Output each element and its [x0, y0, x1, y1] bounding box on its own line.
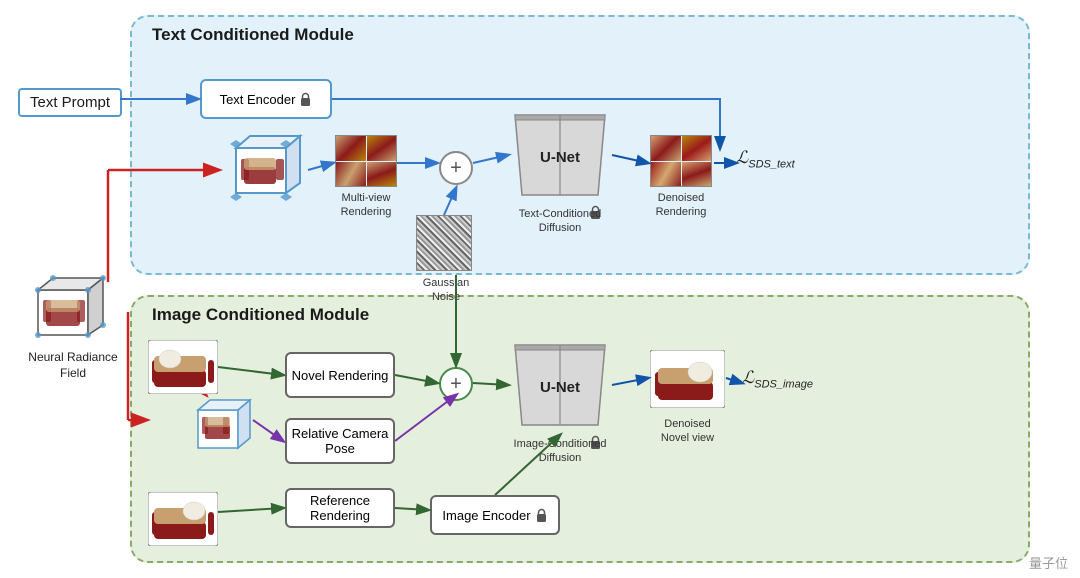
novel-view-sofa-image [148, 340, 218, 399]
svg-text:U-Net: U-Net [540, 379, 580, 396]
loss-sds-text: ℒSDS_text [736, 148, 795, 170]
reference-sofa-svg [148, 492, 218, 546]
multiview-cube-top [218, 130, 306, 213]
text-encoder: Text Encoder [200, 79, 332, 119]
denoised-novel-svg [650, 350, 725, 408]
lock-icon-image-encoder [535, 508, 548, 523]
image-encoder-box: Image Encoder [430, 495, 560, 535]
text-module-title: Text Conditioned Module [152, 25, 354, 45]
text-prompt: Text Prompt [18, 88, 122, 117]
neural-field-label: Neural Radiance Field [18, 350, 128, 381]
novel-rendering-box: Novel Rendering [285, 352, 395, 398]
diagram-container: Text Conditioned Module Image Conditione… [0, 0, 1080, 578]
lock-icon [299, 92, 312, 107]
neural-field-cube [18, 270, 108, 350]
unet-top-svg: U-Net [510, 110, 610, 200]
plus-circle-top: + [439, 151, 473, 185]
unet-bottom: U-Net Image-ConditionedDiffusion [510, 340, 610, 466]
relative-camera-pose-box: Relative Camera Pose [285, 418, 395, 464]
image-module-title: Image Conditioned Module [152, 305, 369, 325]
multiview-rendering-top: Multi-view Rendering [335, 135, 397, 220]
gaussian-noise-top [416, 215, 472, 271]
loss-sds-image: ℒSDS_image [742, 368, 813, 390]
novel-view-sofa-svg [148, 340, 218, 394]
denoised-novel-view: DenoisedNovel view [650, 350, 725, 446]
plus-circle-bottom: + [439, 367, 473, 401]
gaussian-label: GaussianNoise [408, 276, 484, 305]
denoised-rendering-top: Denoised Rendering [650, 135, 712, 220]
image-conditioned-diffusion-label: Image-ConditionedDiffusion [510, 437, 610, 466]
denoised-novel-label: DenoisedNovel view [650, 417, 725, 446]
unet-top: U-Net Text-ConditionedDiffusion [510, 110, 610, 236]
reference-sofa-image [148, 492, 218, 551]
watermark: 量子位 [1029, 553, 1068, 572]
unet-bottom-svg: U-Net [510, 340, 610, 430]
multiview-cube-top-svg [218, 130, 306, 208]
reference-rendering-box: Reference Rendering [285, 488, 395, 528]
text-conditioned-diffusion-label: Text-ConditionedDiffusion [510, 207, 610, 236]
denoised-rendering-label: Denoised Rendering [650, 191, 712, 220]
svg-text:U-Net: U-Net [540, 149, 580, 166]
neural-radiance-field: Neural Radiance Field [18, 270, 128, 381]
multiview-label: Multi-view Rendering [335, 191, 397, 220]
